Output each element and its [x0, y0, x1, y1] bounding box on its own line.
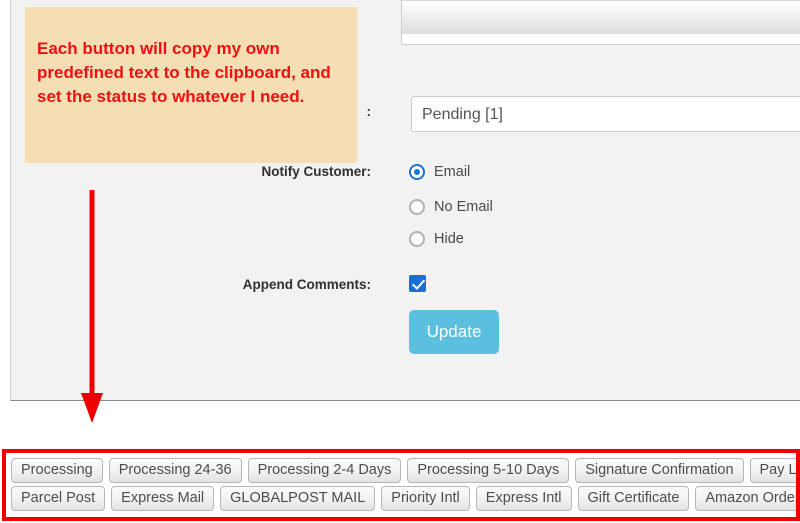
- radio-email-label: Email: [434, 164, 471, 180]
- annotation-callout-box: Each button will copy my own predefined …: [25, 7, 357, 163]
- quick-button[interactable]: Express Mail: [111, 486, 215, 511]
- quick-button[interactable]: Pay Later: [749, 458, 796, 483]
- down-arrow-icon: [81, 190, 103, 423]
- radio-option-email[interactable]: Email: [409, 164, 470, 180]
- quick-button[interactable]: Processing: [11, 458, 103, 483]
- quick-button[interactable]: Priority Intl: [381, 486, 470, 511]
- comment-textarea-wrapper: [401, 0, 800, 45]
- quick-buttons-row-1: Processing Processing 24-36 Processing 2-4…: [6, 455, 796, 483]
- quick-button[interactable]: Parcel Post: [11, 486, 106, 511]
- radio-option-no-email[interactable]: No Email: [409, 199, 493, 215]
- quick-buttons-frame: Processing Processing 24-36 Processing 2-4…: [2, 449, 800, 521]
- quick-button[interactable]: Signature Confirmation: [575, 458, 744, 483]
- quick-button[interactable]: Gift Certificate: [577, 486, 690, 511]
- quick-button[interactable]: Express Intl: [475, 486, 572, 511]
- quick-buttons-row-2: Parcel Post Express Mail GLOBALPOST MAIL Pr…: [6, 483, 796, 511]
- radio-email-icon[interactable]: [409, 164, 425, 180]
- radio-no-email-label: No Email: [434, 199, 493, 215]
- update-button[interactable]: Update: [409, 310, 499, 354]
- radio-hide-icon[interactable]: [409, 231, 425, 247]
- quick-button[interactable]: Processing 24-36: [108, 458, 242, 483]
- notify-customer-label: Notify Customer:: [261, 164, 371, 179]
- order-status-select[interactable]: Pending [1]: [411, 96, 800, 132]
- annotation-text: Each button will copy my own predefined …: [37, 39, 331, 107]
- quick-buttons-container: Processing Processing 24-36 Processing 2-4…: [6, 455, 796, 511]
- append-comments-checkbox[interactable]: [409, 275, 426, 292]
- quick-button[interactable]: GLOBALPOST MAIL: [220, 486, 376, 511]
- quick-button[interactable]: Amazon Order: [695, 486, 796, 511]
- quick-button[interactable]: Processing 5-10 Days: [407, 458, 570, 483]
- append-comments-label: Append Comments:: [242, 277, 371, 292]
- quick-button[interactable]: Processing 2-4 Days: [247, 458, 402, 483]
- comment-textarea[interactable]: [401, 0, 800, 45]
- radio-option-hide[interactable]: Hide: [409, 231, 464, 247]
- radio-hide-label: Hide: [434, 231, 464, 247]
- radio-no-email-icon[interactable]: [409, 199, 425, 215]
